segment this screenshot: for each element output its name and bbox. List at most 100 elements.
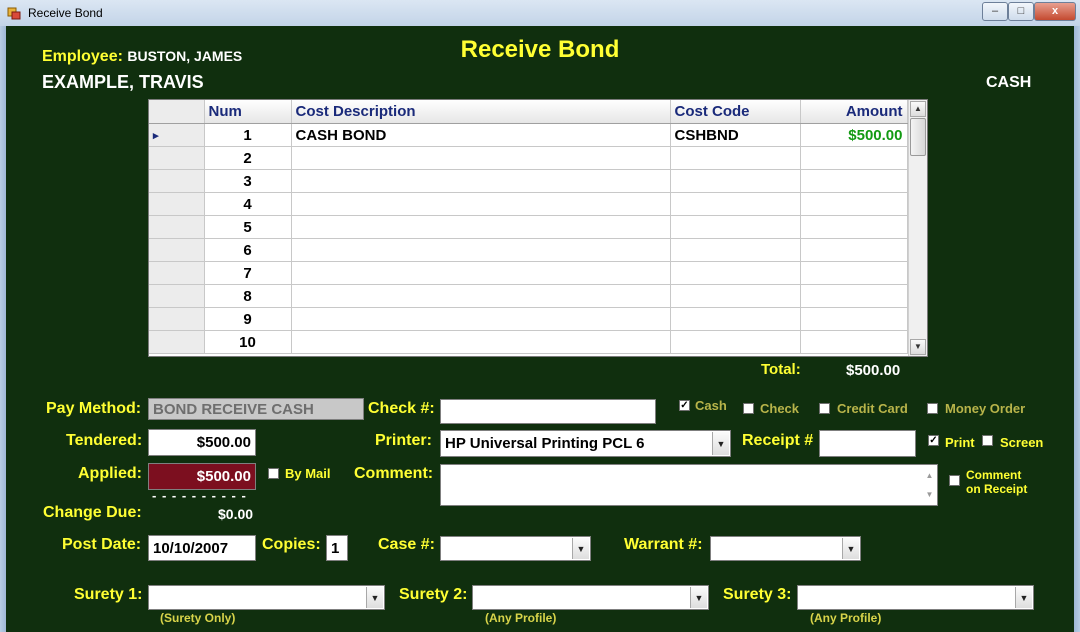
cell-amount[interactable] — [800, 146, 908, 170]
cell-num[interactable]: 3 — [204, 169, 292, 193]
cell-description[interactable] — [291, 330, 671, 354]
column-header-num[interactable]: Num — [204, 100, 292, 124]
cell-amount[interactable] — [800, 192, 908, 216]
row-selector[interactable] — [149, 284, 205, 308]
cell-amount[interactable] — [800, 169, 908, 193]
row-selector[interactable] — [149, 261, 205, 285]
cell-num[interactable]: 9 — [204, 307, 292, 331]
cell-description[interactable] — [291, 307, 671, 331]
chevron-down-icon[interactable]: ▼ — [366, 587, 383, 608]
money-order-checkbox[interactable] — [927, 403, 938, 414]
column-header-amount[interactable]: Amount — [800, 100, 908, 124]
screen-checkbox[interactable] — [982, 435, 993, 446]
post-date-field[interactable]: 10/10/2007 — [148, 535, 256, 561]
row-selector[interactable] — [149, 307, 205, 331]
cell-description[interactable] — [291, 284, 671, 308]
tendered-field[interactable]: $500.00 — [148, 429, 256, 456]
cell-num[interactable]: 1 — [204, 123, 292, 147]
print-checkbox[interactable]: ✓ — [928, 435, 939, 446]
comment-on-receipt-checkbox[interactable] — [949, 475, 960, 486]
cell-code[interactable] — [670, 330, 801, 354]
copies-field[interactable]: 1 — [326, 535, 348, 561]
cell-description[interactable] — [291, 261, 671, 285]
minimize-button[interactable]: – — [982, 2, 1008, 21]
printer-dropdown[interactable]: HP Universal Printing PCL 6 ▼ — [440, 430, 731, 457]
row-selector[interactable] — [149, 215, 205, 239]
maximize-button[interactable]: □ — [1008, 2, 1034, 21]
cell-num[interactable]: 5 — [204, 215, 292, 239]
surety-3-dropdown[interactable]: ▼ — [797, 585, 1034, 610]
cell-description[interactable] — [291, 146, 671, 170]
cash-checkbox[interactable]: ✓ — [679, 400, 690, 411]
cell-description[interactable]: CASH BOND — [291, 123, 671, 147]
credit-card-checkbox[interactable] — [819, 403, 830, 414]
chevron-down-icon[interactable]: ▼ — [712, 432, 729, 455]
cell-amount[interactable] — [800, 284, 908, 308]
chevron-down-icon[interactable]: ▼ — [572, 538, 589, 559]
table-row[interactable]: 6 — [149, 238, 908, 262]
warrant-number-dropdown[interactable]: ▼ — [710, 536, 861, 561]
surety-1-dropdown[interactable]: ▼ — [148, 585, 385, 610]
row-selector[interactable] — [149, 169, 205, 193]
row-selector[interactable] — [149, 192, 205, 216]
scroll-down-arrow-icon[interactable]: ▼ — [910, 339, 926, 355]
comment-field[interactable] — [440, 464, 938, 506]
close-button[interactable]: x — [1034, 2, 1076, 21]
cell-description[interactable] — [291, 192, 671, 216]
cell-description[interactable] — [291, 238, 671, 262]
grid-scrollbar[interactable]: ▲ ▼ — [908, 100, 927, 356]
cell-code[interactable] — [670, 261, 801, 285]
cell-code[interactable]: CSHBND — [670, 123, 801, 147]
table-row[interactable]: ▸ 1 CASH BOND CSHBND $500.00 — [149, 123, 908, 147]
table-row[interactable]: 9 — [149, 307, 908, 331]
table-row[interactable]: 5 — [149, 215, 908, 239]
table-row[interactable]: 8 — [149, 284, 908, 308]
check-number-field[interactable] — [440, 399, 656, 424]
by-mail-checkbox[interactable] — [268, 468, 279, 479]
receipt-number-field[interactable] — [819, 430, 916, 457]
applied-field[interactable]: $500.00 — [148, 463, 256, 490]
cell-code[interactable] — [670, 215, 801, 239]
cell-num[interactable]: 2 — [204, 146, 292, 170]
table-row[interactable]: 3 — [149, 169, 908, 193]
cell-code[interactable] — [670, 169, 801, 193]
row-selector[interactable] — [149, 146, 205, 170]
cost-grid[interactable]: Num Cost Description Cost Code Amount ▸ 1… — [148, 99, 928, 357]
case-number-dropdown[interactable]: ▼ — [440, 536, 591, 561]
cell-amount[interactable] — [800, 215, 908, 239]
cell-code[interactable] — [670, 284, 801, 308]
cell-description[interactable] — [291, 215, 671, 239]
row-selector[interactable] — [149, 330, 205, 354]
cell-amount[interactable] — [800, 330, 908, 354]
chevron-down-icon[interactable]: ▼ — [690, 587, 707, 608]
cell-description[interactable] — [291, 169, 671, 193]
comment-scrollbar[interactable]: ▲ ▼ — [923, 466, 936, 504]
row-selector[interactable]: ▸ — [149, 123, 205, 147]
cell-code[interactable] — [670, 307, 801, 331]
table-row[interactable]: 2 — [149, 146, 908, 170]
chevron-down-icon[interactable]: ▼ — [1015, 587, 1032, 608]
column-header-description[interactable]: Cost Description — [291, 100, 671, 124]
cell-num[interactable]: 8 — [204, 284, 292, 308]
cell-amount[interactable] — [800, 307, 908, 331]
cell-amount[interactable] — [800, 261, 908, 285]
scroll-up-arrow-icon[interactable]: ▲ — [910, 101, 926, 117]
column-header-code[interactable]: Cost Code — [670, 100, 801, 124]
cell-code[interactable] — [670, 238, 801, 262]
table-row[interactable]: 10 — [149, 330, 908, 354]
chevron-down-icon[interactable]: ▼ — [842, 538, 859, 559]
check-checkbox[interactable] — [743, 403, 754, 414]
cell-code[interactable] — [670, 192, 801, 216]
cell-num[interactable]: 10 — [204, 330, 292, 354]
scroll-thumb[interactable] — [910, 118, 926, 156]
cell-amount[interactable]: $500.00 — [800, 123, 908, 147]
cell-amount[interactable] — [800, 238, 908, 262]
cell-num[interactable]: 4 — [204, 192, 292, 216]
cell-code[interactable] — [670, 146, 801, 170]
table-row[interactable]: 4 — [149, 192, 908, 216]
surety-2-dropdown[interactable]: ▼ — [472, 585, 709, 610]
cell-num[interactable]: 7 — [204, 261, 292, 285]
row-selector[interactable] — [149, 238, 205, 262]
table-row[interactable]: 7 — [149, 261, 908, 285]
cell-num[interactable]: 6 — [204, 238, 292, 262]
